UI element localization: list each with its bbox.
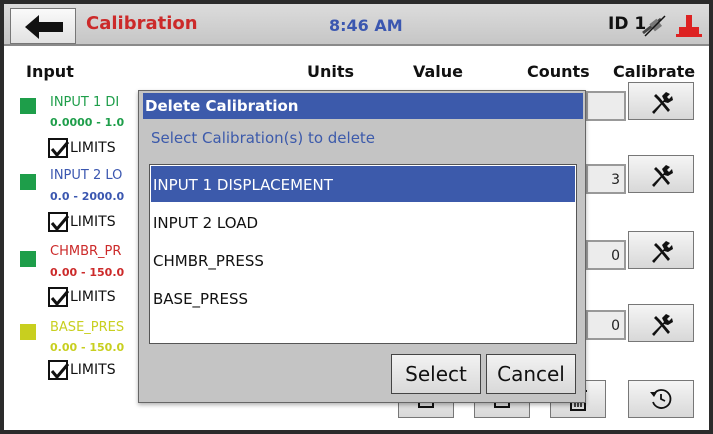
limits-checkbox[interactable]: LIMITS	[48, 360, 138, 380]
select-button[interactable]: Select	[391, 354, 481, 394]
clock: 8:46 AM	[329, 16, 403, 35]
cancel-button[interactable]: Cancel	[486, 354, 576, 394]
header-input: Input	[26, 62, 74, 81]
header-value: Value	[413, 62, 464, 81]
dialog-prompt: Select Calibration(s) to delete	[151, 129, 376, 147]
list-item-base-press[interactable]: BASE_PRESS	[151, 280, 575, 316]
limits-label: LIMITS	[70, 214, 116, 230]
checkmark-icon	[50, 215, 70, 232]
delete-calibration-dialog: Delete Calibration Select Calibration(s)…	[138, 90, 586, 403]
channel-range: 0.00 - 150.0	[50, 341, 125, 354]
channel-color-swatch	[20, 324, 36, 340]
channel-range: 0.00 - 150.0	[50, 266, 125, 279]
title-bar: Calibration 8:46 AM ID 1	[4, 4, 709, 46]
checkmark-icon	[50, 141, 70, 158]
limits-label: LIMITS	[70, 289, 116, 305]
wrench-screwdriver-icon	[652, 92, 673, 114]
list-item-input-1-displacement[interactable]: INPUT 1 DISPLACEMENT	[151, 166, 575, 202]
restore-icon	[650, 389, 672, 409]
checkbox-box[interactable]	[48, 360, 70, 380]
channel-range: 0.0000 - 1.0	[50, 116, 125, 129]
limits-label: LIMITS	[70, 362, 116, 378]
counts-field: 0	[586, 310, 626, 340]
header-units: Units	[307, 62, 355, 81]
counts-field	[586, 91, 626, 121]
calibrate-button[interactable]	[628, 82, 694, 120]
list-item-input-2-load[interactable]: INPUT 2 LOAD	[151, 204, 575, 240]
channel-color-swatch	[20, 98, 36, 114]
calibrate-button[interactable]	[628, 304, 694, 342]
channel-range: 0.0 - 2000.0	[50, 190, 125, 203]
wrench-screwdriver-icon	[652, 314, 673, 336]
channel-color-swatch	[20, 251, 36, 267]
limits-label: LIMITS	[70, 140, 116, 156]
header-counts: Counts	[527, 62, 590, 81]
limits-checkbox[interactable]: LIMITS	[48, 212, 138, 232]
checkmark-icon	[50, 290, 70, 307]
page-title: Calibration	[86, 13, 198, 34]
calibrate-button[interactable]	[628, 155, 694, 193]
checkbox-box[interactable]	[48, 138, 70, 158]
checkmark-icon	[50, 363, 70, 380]
checkbox-box[interactable]	[48, 287, 70, 307]
usb-disconnected-icon	[642, 15, 666, 37]
limits-checkbox[interactable]: LIMITS	[48, 138, 138, 158]
channel-color-swatch	[20, 174, 36, 190]
channel-name: BASE_PRES	[50, 320, 125, 335]
restore-button[interactable]	[628, 380, 694, 418]
list-item-chmbr-press[interactable]: CHMBR_PRESS	[151, 242, 575, 278]
dialog-title: Delete Calibration	[143, 93, 583, 119]
back-button[interactable]	[10, 8, 76, 44]
arrow-left-icon	[25, 15, 63, 39]
checkbox-box[interactable]	[48, 212, 70, 232]
wrench-screwdriver-icon	[652, 241, 673, 263]
channel-name: INPUT 2 LO	[50, 168, 123, 183]
channel-name: CHMBR_PR	[50, 244, 122, 259]
counts-field: 3	[586, 164, 626, 194]
calibrate-button[interactable]	[628, 231, 694, 269]
counts-field: 0	[586, 240, 626, 270]
power-plug-icon	[676, 15, 702, 37]
limits-checkbox[interactable]: LIMITS	[48, 287, 138, 307]
wrench-screwdriver-icon	[652, 165, 673, 187]
header-calibrate: Calibrate	[613, 62, 696, 81]
channel-name: INPUT 1 DI	[50, 95, 120, 110]
calibration-list[interactable]: INPUT 1 DISPLACEMENT INPUT 2 LOAD CHMBR_…	[149, 164, 577, 344]
